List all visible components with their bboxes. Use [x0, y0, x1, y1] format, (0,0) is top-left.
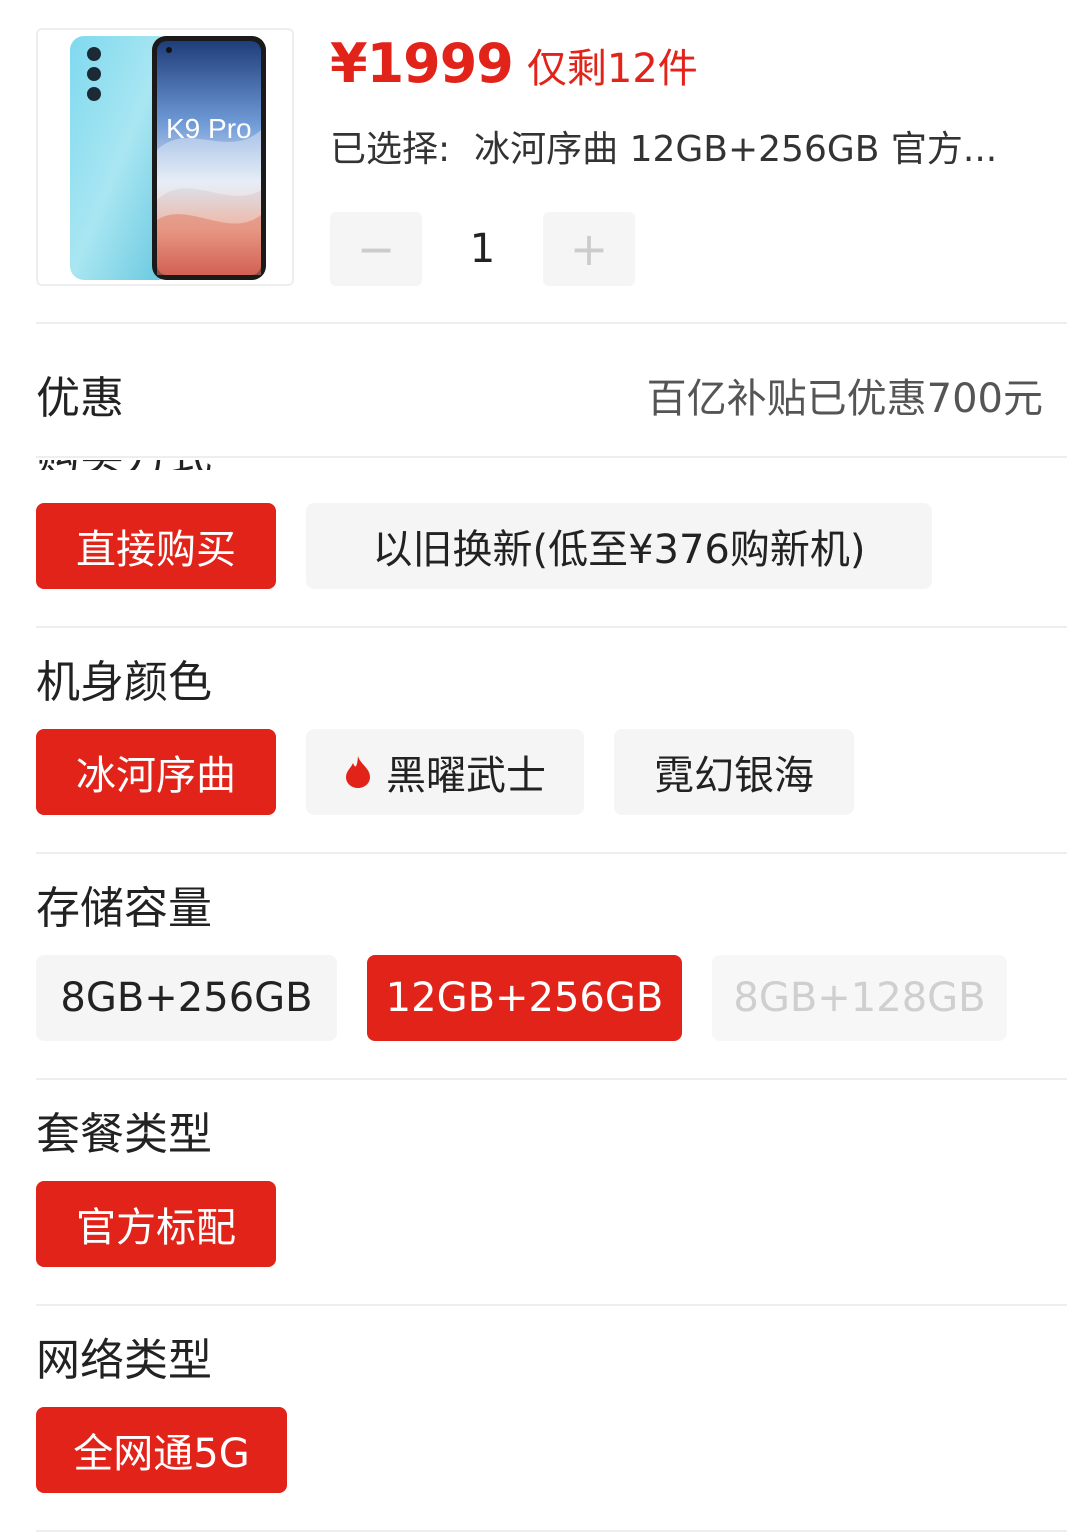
color-title: 机身颜色 — [36, 657, 212, 708]
purchase-method-title: 购买方式 — [36, 460, 212, 470]
selected-summary: 已选择: 冰河序曲 12GB+256GB 官方... — [330, 120, 1030, 172]
selected-label: 已选择: — [330, 129, 451, 170]
option-color-obsidian[interactable]: 黑曜武士 — [306, 729, 584, 815]
quantity-increment-button[interactable]: + — [543, 212, 635, 286]
option-network-5g[interactable]: 全网通5G — [36, 1407, 287, 1493]
discount-value[interactable]: 百亿补贴已优惠700元 — [647, 366, 1043, 424]
product-thumbnail: K9 Pro — [36, 28, 294, 286]
option-color-obsidian-label: 黑曜武士 — [386, 753, 546, 799]
network-title: 网络类型 — [36, 1335, 212, 1386]
quantity-value[interactable]: 1 — [422, 212, 543, 286]
divider — [36, 322, 1067, 324]
option-trade-in[interactable]: 以旧换新(低至¥376购新机) — [306, 503, 932, 589]
flame-icon — [346, 756, 370, 788]
quantity-decrement-button[interactable]: − — [330, 212, 422, 286]
discount-title: 优惠 — [36, 373, 124, 424]
option-storage-8-128: 8GB+128GB — [712, 955, 1007, 1041]
purchase-method-title-clip: 购买方式 — [36, 460, 336, 470]
option-package-official[interactable]: 官方标配 — [36, 1181, 276, 1267]
divider — [36, 852, 1067, 854]
divider — [36, 1530, 1067, 1532]
divider — [36, 456, 1067, 458]
option-storage-8-256[interactable]: 8GB+256GB — [36, 955, 337, 1041]
package-title: 套餐类型 — [36, 1109, 212, 1160]
storage-title: 存储容量 — [36, 883, 212, 934]
option-color-glacier[interactable]: 冰河序曲 — [36, 729, 276, 815]
option-direct-buy[interactable]: 直接购买 — [36, 503, 276, 589]
phone-model-text: K9 Pro — [166, 113, 252, 144]
price: ¥1999 — [330, 32, 514, 95]
price-line: ¥1999 仅剩12件 — [330, 32, 698, 95]
divider — [36, 1078, 1067, 1080]
option-storage-12-256[interactable]: 12GB+256GB — [367, 955, 682, 1041]
stock-remaining: 仅剩12件 — [526, 46, 698, 92]
minus-icon: − — [356, 222, 396, 276]
divider — [36, 1304, 1067, 1306]
divider — [36, 626, 1067, 628]
option-color-silver[interactable]: 霓幻银海 — [614, 729, 854, 815]
selected-value: 冰河序曲 12GB+256GB 官方... — [474, 129, 998, 170]
plus-icon: + — [569, 222, 609, 276]
sku-selector-panel: K9 Pro ¥1999 仅剩12件 已选择: 冰河序曲 12GB+256GB 官方… — [0, 0, 1067, 1535]
